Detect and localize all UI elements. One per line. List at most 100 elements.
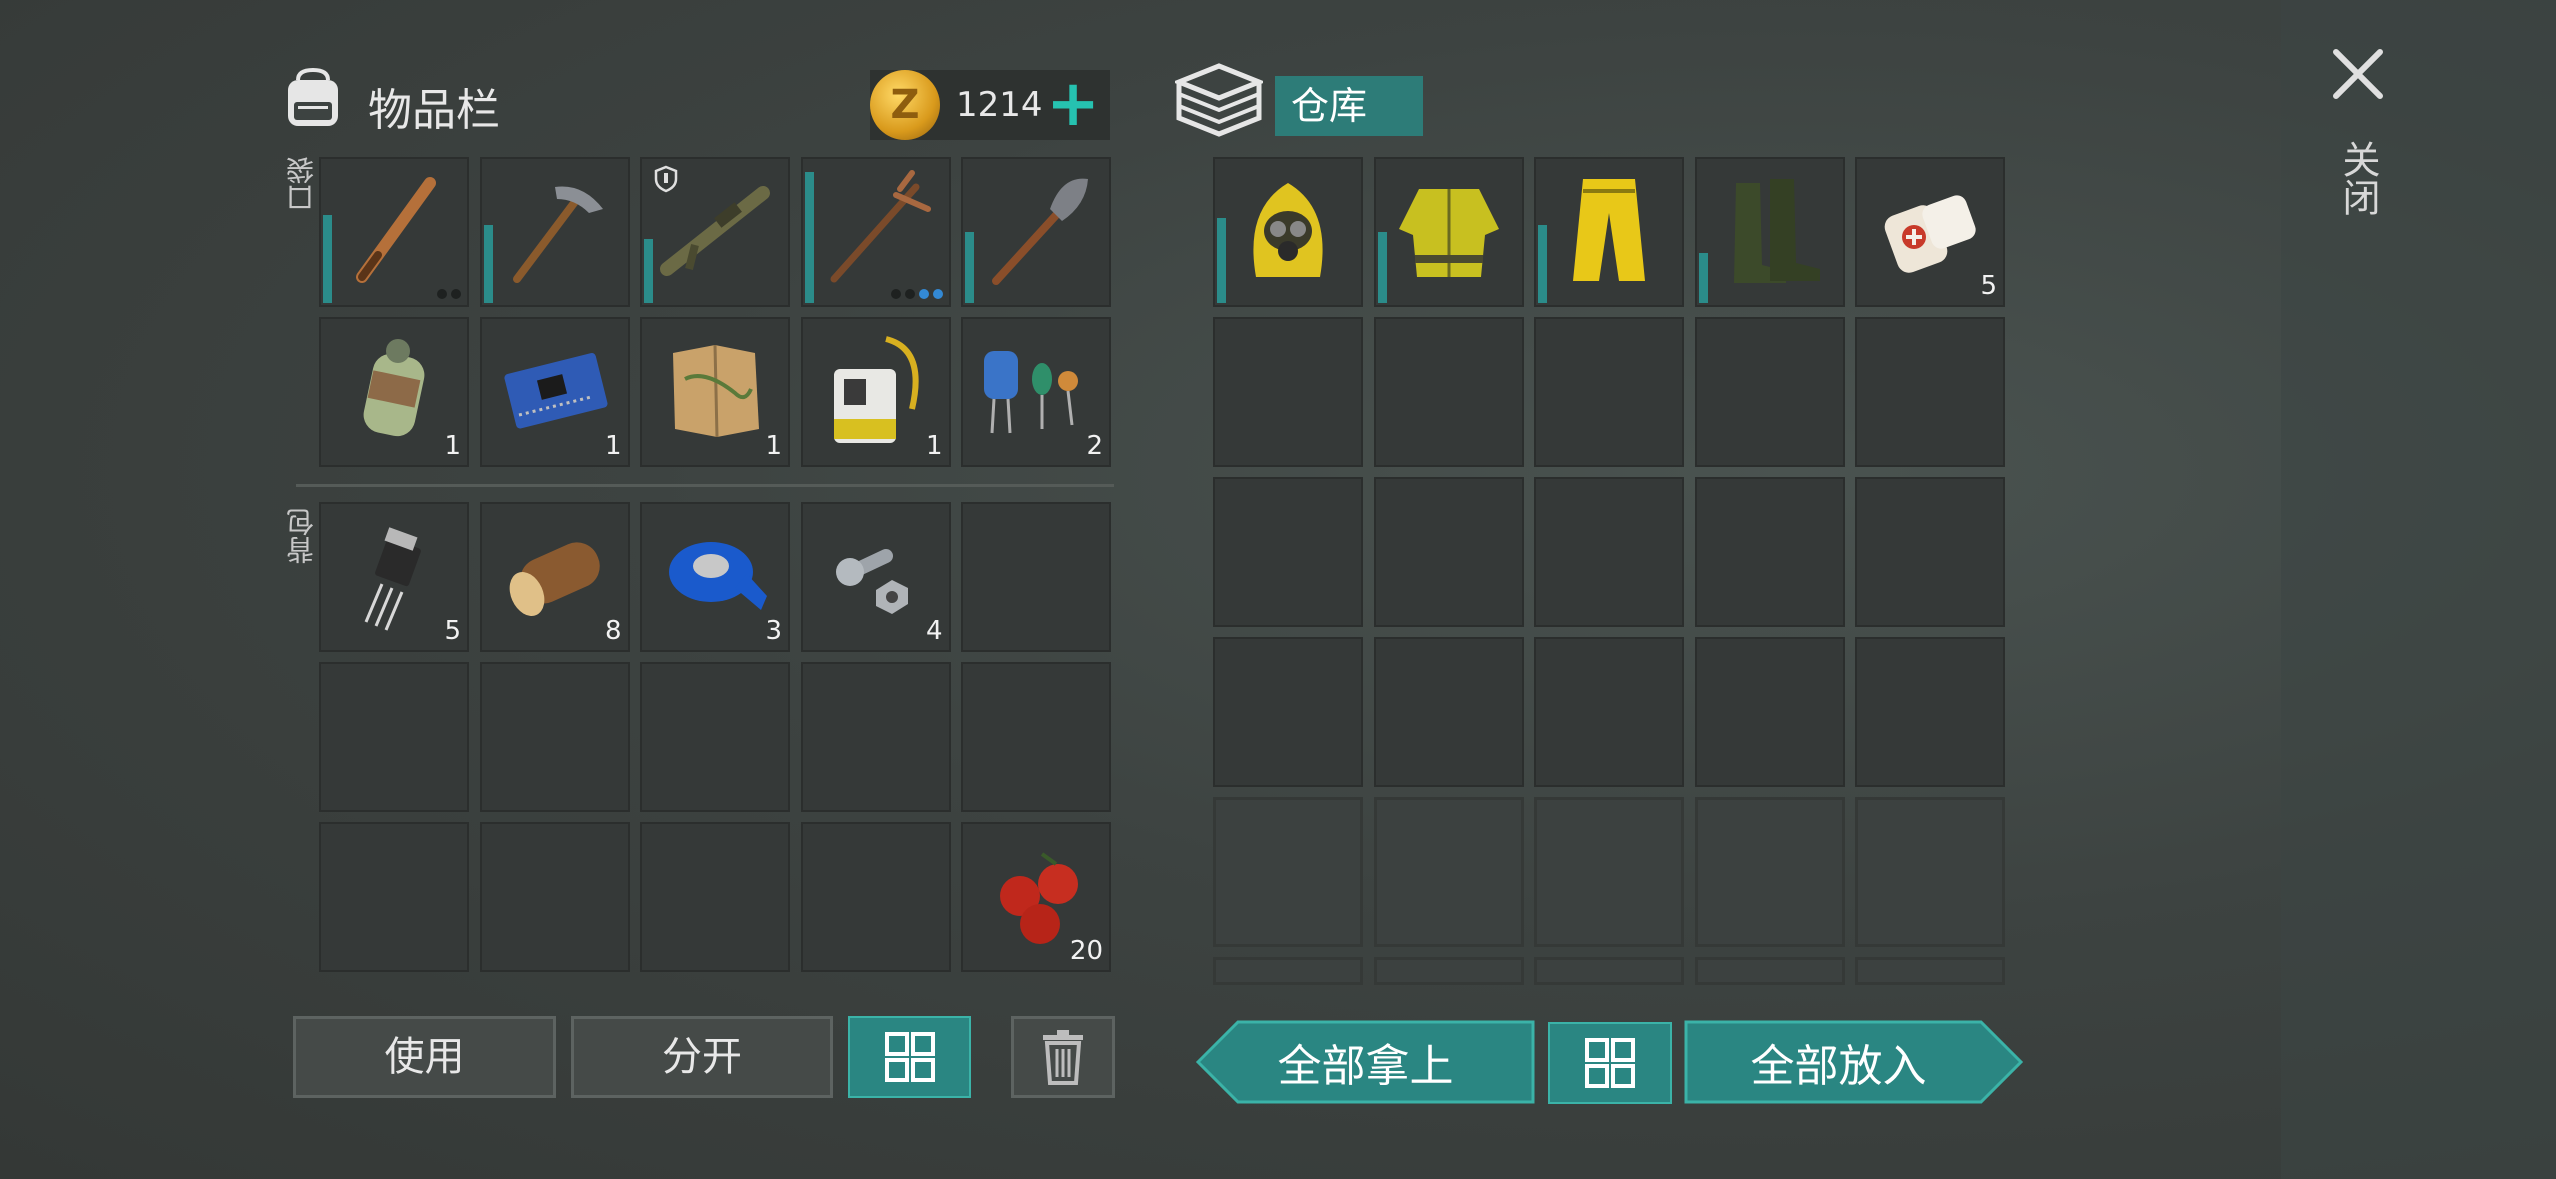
inventory-header: 物品栏 Z 1214 +: [280, 62, 1120, 152]
storage-slot-empty[interactable]: [1213, 637, 1363, 787]
storage-slot-empty[interactable]: [1855, 637, 2005, 787]
storage-slot-empty[interactable]: [1855, 477, 2005, 627]
rubber-boots-icon: [1733, 179, 1820, 283]
storage-slot-empty[interactable]: [1373, 477, 1524, 627]
pocket-slot-gas-canister[interactable]: 1: [319, 317, 469, 467]
storage-slot-hazmat-hood[interactable]: [1213, 157, 1363, 307]
item-count: 2: [1086, 431, 1103, 461]
storage-slot-empty[interactable]: [1855, 317, 2005, 467]
pocket-slot-pickaxe[interactable]: [479, 157, 630, 307]
item-count: 1: [444, 431, 461, 461]
sort-inventory-button[interactable]: [848, 1016, 971, 1098]
hazmat-jacket-icon: [1398, 189, 1499, 277]
sort-grid-icon: [1585, 1038, 1635, 1088]
use-button[interactable]: 使用: [293, 1016, 556, 1098]
storage-slot-empty[interactable]: [1855, 957, 2005, 985]
pocket-slot-map[interactable]: 1: [640, 317, 790, 467]
backpack-slot-wood-log[interactable]: 8: [479, 502, 630, 652]
backpack-slot-bolt-nut[interactable]: 4: [800, 502, 951, 652]
storage-slot-empty[interactable]: [1373, 797, 1524, 947]
pocket-slot-rifle[interactable]: [640, 157, 790, 307]
storage-slot-rubber-boots[interactable]: [1694, 157, 1845, 307]
trash-button[interactable]: [1011, 1016, 1115, 1098]
storage-slot-empty[interactable]: [1694, 317, 1845, 467]
pocket-slot-id-badge[interactable]: 1: [800, 317, 951, 467]
take-all-label: 全部拿上: [1277, 1041, 1454, 1092]
upgrade-dot: [890, 289, 901, 299]
storage-slot-empty[interactable]: [1373, 637, 1524, 787]
storage-slot-empty[interactable]: [1694, 797, 1845, 947]
pickaxe-icon: [512, 186, 603, 283]
durability-bar: [804, 172, 814, 303]
storage-slot-empty[interactable]: [1534, 797, 1684, 947]
transistor-icon: [364, 527, 421, 631]
storage-slot-empty[interactable]: [1213, 797, 1363, 947]
storage-slot-empty[interactable]: [1213, 957, 1363, 985]
backpack-slot-berries[interactable]: 20: [961, 822, 1111, 972]
upgrade-dot: [437, 289, 447, 299]
upgrade-dot: [918, 289, 929, 299]
storage-slot-hazmat-pants[interactable]: [1534, 157, 1684, 307]
sort-storage-button[interactable]: [1548, 1022, 1672, 1104]
storage-slot-empty[interactable]: [1213, 477, 1363, 627]
storage-slot-empty[interactable]: [1213, 317, 1363, 467]
pocket-slot-baseball-bat[interactable]: [319, 157, 469, 307]
durability-bar: [1538, 225, 1547, 303]
storage-slot-empty[interactable]: [1694, 637, 1845, 787]
backpack-slot-empty[interactable]: [961, 502, 1111, 652]
add-coins-button[interactable]: +: [1046, 72, 1100, 136]
backpack-slot-empty[interactable]: [319, 822, 469, 972]
upgrade-dots: [437, 289, 461, 299]
take-all-button[interactable]: 全部拿上: [1195, 1020, 1535, 1104]
storage-slot-empty[interactable]: [1855, 797, 2005, 947]
durability-bar: [1377, 232, 1387, 303]
item-count: 4: [925, 616, 943, 646]
storage-slot-hazmat-jacket[interactable]: [1373, 157, 1524, 307]
pocket-slot-electronic-components[interactable]: 2: [961, 317, 1111, 467]
storage-slot-empty[interactable]: [1534, 957, 1684, 985]
pocket-slot-shovel[interactable]: [961, 157, 1111, 307]
close-icon[interactable]: [2330, 46, 2386, 102]
pocket-slot-crowbar-pick[interactable]: [800, 157, 951, 307]
pockets-label: 口袋: [285, 156, 318, 212]
close-label[interactable]: 关闭: [2336, 140, 2380, 216]
pocket-slot-circuit-board[interactable]: 1: [479, 317, 630, 467]
baseball-bat-icon: [356, 177, 436, 283]
storage-title: 仓库: [1275, 76, 1423, 136]
backpack-slot-empty[interactable]: [961, 662, 1111, 812]
backpack-slot-duct-tape[interactable]: 3: [640, 502, 790, 652]
storage-slot-empty[interactable]: [1694, 477, 1845, 627]
item-count: 1: [604, 431, 622, 461]
electronic-components-icon: [984, 351, 1078, 434]
map-icon: [673, 344, 759, 438]
storage-slot-empty[interactable]: [1534, 637, 1684, 787]
put-all-button[interactable]: 全部放入: [1684, 1020, 2024, 1104]
durability-bar: [483, 225, 493, 303]
storage-slot-empty[interactable]: [1534, 477, 1684, 627]
storage-slot-empty[interactable]: [1373, 957, 1524, 985]
backpack-slot-empty[interactable]: [800, 822, 951, 972]
circuit-board-icon: [503, 353, 607, 429]
upgrade-dot: [904, 289, 915, 299]
storage-slot-empty[interactable]: [1534, 317, 1684, 467]
duct-tape-icon: [669, 542, 767, 610]
storage-slot-empty[interactable]: [1373, 317, 1524, 467]
split-button[interactable]: 分开: [571, 1016, 833, 1098]
durability-bar: [323, 215, 332, 303]
backpack-slot-empty[interactable]: [640, 822, 790, 972]
backpack-slot-empty[interactable]: [800, 662, 951, 812]
inventory-title: 物品栏: [368, 85, 500, 136]
coin-balance: Z 1214 +: [870, 70, 1110, 140]
backpack-slot-empty[interactable]: [479, 822, 630, 972]
item-count: 5: [1980, 271, 1997, 301]
storage-slot-bandage[interactable]: 5: [1855, 157, 2005, 307]
backpack-slot-transistor[interactable]: 5: [319, 502, 469, 652]
item-count: 20: [1069, 936, 1103, 966]
put-all-label: 全部放入: [1750, 1041, 1927, 1092]
backpack-slot-empty[interactable]: [640, 662, 790, 812]
backpack-slot-empty[interactable]: [479, 662, 630, 812]
backpack-slot-empty[interactable]: [319, 662, 469, 812]
pocket-grid: 1 1 1 1 2: [319, 157, 1111, 467]
storage-slot-empty[interactable]: [1694, 957, 1845, 985]
backpack-grid: 5 8 3 4 20: [319, 502, 1111, 972]
